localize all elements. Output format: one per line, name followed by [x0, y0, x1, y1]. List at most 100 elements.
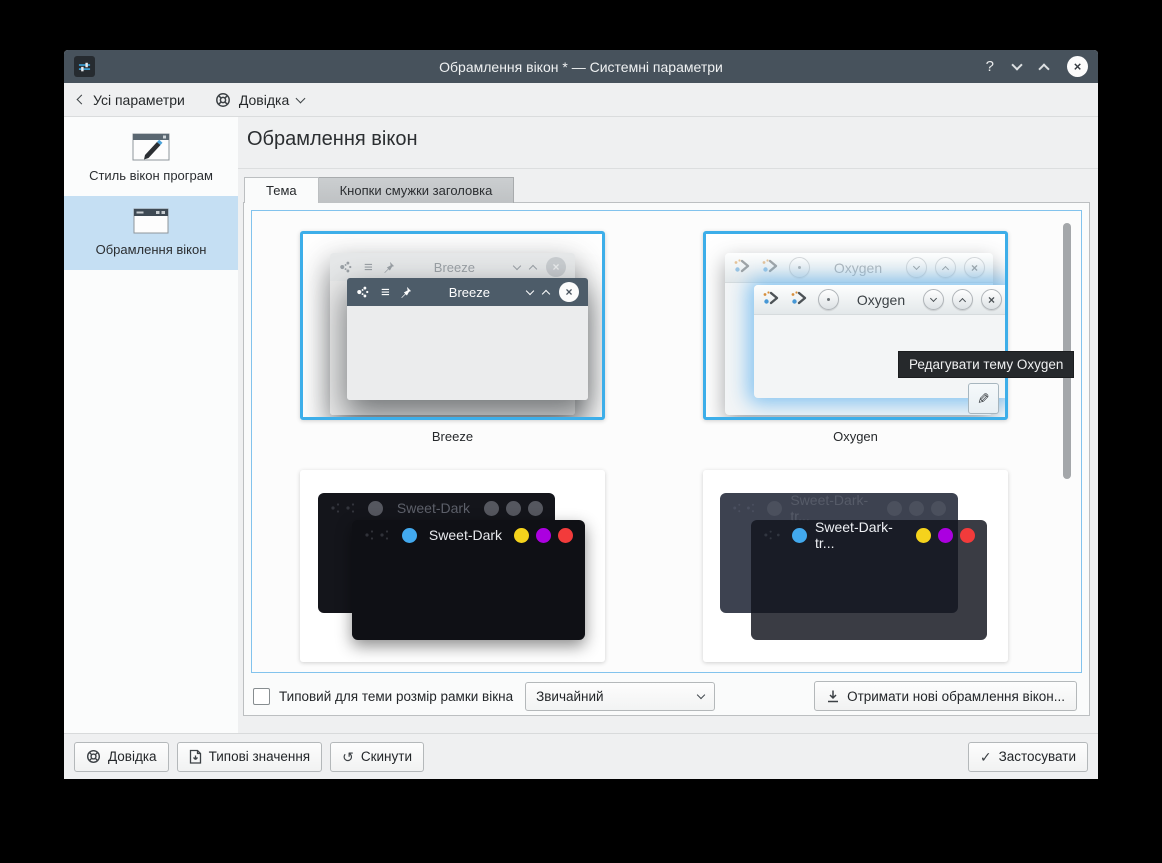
defaults-button[interactable]: Типові значення: [177, 742, 323, 772]
maximize-button[interactable]: [1038, 63, 1049, 74]
window-style-icon: [130, 131, 172, 163]
button-label: Довідка: [108, 749, 157, 764]
pin-icon: [383, 261, 395, 273]
maximize-icon: [506, 501, 521, 516]
close-icon: ×: [559, 282, 579, 302]
chevron-down-icon: [296, 93, 306, 103]
maximize-icon: [952, 289, 973, 310]
tab-titlebar-buttons[interactable]: Кнопки смужки заголовка: [319, 177, 515, 203]
all-settings-back-button[interactable]: Усі параметри: [78, 92, 185, 108]
window-titlebar[interactable]: Обрамлення вікон * — Системні параметри …: [64, 50, 1098, 83]
breeze-preview-active-window: ≡ Breeze ×: [347, 278, 588, 400]
edit-theme-button[interactable]: ✎: [968, 383, 999, 414]
theme-card-sweet-dark-transparent[interactable]: Sweet-Dark-tr...: [703, 470, 1008, 662]
checkbox-label: Типовий для теми розмір рамки вікна: [279, 689, 513, 704]
theme-card-sweet-dark[interactable]: Sweet-Dark: [300, 470, 605, 662]
mini-window-title: Breeze: [405, 260, 504, 275]
document-revert-icon: [189, 749, 202, 764]
back-button-label: Усі параметри: [93, 92, 185, 108]
maximize-icon: [536, 528, 551, 543]
window-buttons: [484, 501, 543, 516]
minimize-button[interactable]: [1011, 59, 1022, 70]
sidebar-item-label: Стиль вікон програм: [89, 168, 213, 185]
maximize-icon: [938, 528, 953, 543]
app-icon: [74, 56, 95, 77]
menu-button-icon: [818, 289, 839, 310]
oxygen-logo-icon: [733, 258, 753, 277]
reset-button[interactable]: ↺ Скинути: [330, 742, 424, 772]
window-decoration-icon: [130, 205, 172, 237]
mini-window-title: Oxygen: [857, 292, 905, 308]
theme-card-oxygen[interactable]: Oxygen ×: [703, 231, 1008, 420]
app-menu-dots-icon: [763, 529, 784, 541]
minimize-icon: [514, 528, 529, 543]
menu-circle-icon: [767, 501, 782, 516]
sidebar-item-window-decorations[interactable]: Обрамлення вікон: [64, 196, 238, 270]
close-icon: ×: [981, 289, 1002, 310]
help-menu-button[interactable]: Довідка: [215, 92, 304, 108]
app-menu-dots-icon: [356, 285, 371, 299]
footer-button-bar: Довідка Типові значення ↺ Скинути ✓ Заст…: [64, 733, 1098, 779]
sidebar: Стиль вікон програм Обрамлення вікон: [64, 117, 238, 733]
hamburger-icon: ≡: [364, 260, 373, 275]
page-title: Обрамлення вікон: [247, 128, 418, 151]
window-title: Обрамлення вікон * — Системні параметри: [64, 59, 1098, 75]
button-label: Отримати нові обрамлення вікон...: [847, 689, 1065, 704]
button-label: Застосувати: [999, 749, 1076, 764]
app-menu-dots-icon: [330, 502, 360, 514]
app-menu-dots-icon: [339, 260, 354, 274]
minimize-icon: [887, 501, 902, 516]
close-icon: [931, 501, 946, 516]
theme-default-border-checkbox[interactable]: [253, 688, 270, 705]
minimize-icon: [923, 289, 944, 310]
close-icon: ×: [964, 257, 985, 278]
mini-window-title: Sweet-Dark-tr...: [815, 520, 908, 551]
oxygen-logo-icon: [790, 290, 810, 309]
close-button[interactable]: ×: [1067, 56, 1088, 77]
oxygen-logo-icon: [761, 258, 781, 277]
maximize-icon: [542, 290, 550, 298]
maximize-icon: [529, 265, 537, 273]
tab-theme[interactable]: Тема: [244, 177, 319, 203]
window-buttons: [887, 501, 946, 516]
hamburger-icon: ≡: [381, 285, 390, 300]
title-separator: [238, 168, 1098, 169]
window-help-button[interactable]: ?: [986, 58, 994, 75]
chevron-left-icon: [77, 95, 87, 105]
lifesaver-icon: [215, 92, 231, 108]
maximize-icon: [935, 257, 956, 278]
pin-icon: [400, 286, 412, 298]
theme-list: ≡ Breeze ×: [251, 210, 1082, 673]
tab-bar: Тема Кнопки смужки заголовка: [244, 177, 514, 203]
border-size-row: Типовий для теми розмір рамки вікна Звич…: [253, 681, 1077, 711]
combobox-value: Звичайний: [536, 689, 604, 704]
sidebar-item-label: Обрамлення вікон: [96, 242, 207, 259]
sweet-dark-tr-preview-active-window: Sweet-Dark-tr...: [751, 520, 987, 640]
window-buttons: [514, 528, 573, 543]
minimize-icon: [526, 286, 534, 294]
border-size-combobox[interactable]: Звичайний: [525, 682, 715, 711]
button-label: Типові значення: [209, 749, 311, 764]
mini-window-title: Breeze: [422, 285, 517, 300]
apply-button[interactable]: ✓ Застосувати: [968, 742, 1088, 772]
get-new-decorations-button[interactable]: Отримати нові обрамлення вікон...: [814, 681, 1077, 711]
menu-button-icon: [789, 257, 810, 278]
theme-tab-panel: ≡ Breeze ×: [243, 202, 1090, 716]
help-menu-label: Довідка: [239, 92, 289, 108]
window-buttons: [916, 528, 975, 543]
menu-circle-icon: [792, 528, 807, 543]
pencil-icon: ✎: [977, 390, 990, 408]
help-button[interactable]: Довідка: [74, 742, 169, 772]
lifesaver-icon: [86, 749, 101, 764]
sidebar-item-application-style[interactable]: Стиль вікон програм: [64, 122, 238, 196]
button-label: Скинути: [361, 749, 412, 764]
minimize-icon: [906, 257, 927, 278]
oxygen-logo-icon: [762, 290, 782, 309]
close-icon: [558, 528, 573, 543]
theme-card-breeze[interactable]: ≡ Breeze ×: [300, 231, 605, 420]
sliders-icon: [78, 60, 91, 73]
close-icon: ×: [546, 257, 566, 277]
check-icon: ✓: [980, 750, 992, 764]
sweet-dark-preview-active-window: Sweet-Dark: [352, 520, 585, 640]
maximize-icon: [909, 501, 924, 516]
